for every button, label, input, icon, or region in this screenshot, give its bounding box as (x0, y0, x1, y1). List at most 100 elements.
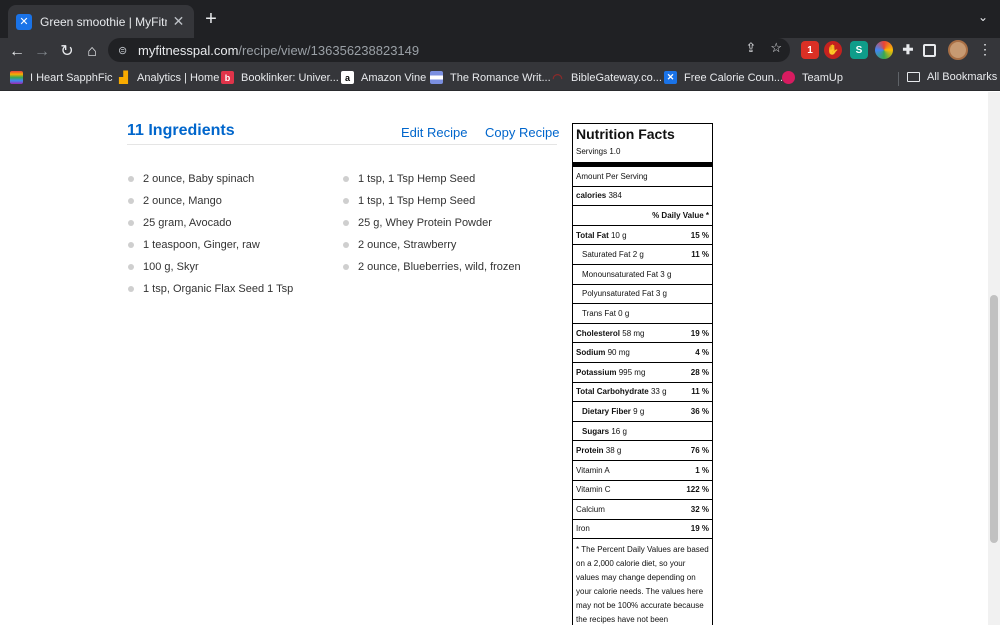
nutrient-name: Cholesterol (576, 328, 621, 338)
daily-value-header: % Daily Value * (573, 206, 712, 226)
extension-colorwheel-icon[interactable] (875, 41, 893, 59)
all-bookmarks-button[interactable]: All Bookmarks (907, 71, 997, 83)
ingredient-item: 2 ounce, Baby spinach (127, 172, 293, 194)
nutrient-row: Trans Fat 0 g (573, 304, 712, 324)
site-info-icon[interactable]: ⊜ (118, 44, 134, 57)
copy-recipe-link[interactable]: Copy Recipe (485, 125, 559, 140)
ingredients-list-right: 1 tsp, 1 Tsp Hemp Seed 1 tsp, 1 Tsp Hemp… (342, 172, 521, 282)
reload-icon[interactable]: ↻ (56, 41, 78, 63)
bookmark-label: Amazon Vine (361, 71, 427, 84)
forward-arrow-icon[interactable]: → (31, 41, 53, 63)
close-tab-icon[interactable]: ✕ (171, 13, 186, 30)
scrollbar-thumb[interactable] (990, 295, 998, 543)
bookmarks-bar: I Heart SapphFic ▟ Analytics | Home b Bo… (0, 66, 1000, 91)
browser-tab[interactable]: ✕ Green smoothie | MyFitnessPal ✕ (8, 5, 194, 38)
nutrient-row: Iron 19 % (573, 520, 712, 540)
bookmark-item[interactable]: ▟ Analytics | Home (117, 71, 220, 85)
nutrient-daily-percent: 76 % (690, 446, 709, 456)
folder-icon (907, 72, 920, 82)
bookmark-item[interactable]: ◠ BibleGateway.co... (551, 70, 662, 85)
nutrient-name: Sugars (582, 426, 610, 436)
bookmark-item[interactable]: a Amazon Vine (341, 71, 426, 84)
nutrient-amount: 0 g (618, 308, 630, 318)
nutrient-name: Calcium (576, 504, 605, 514)
extension-s-icon[interactable]: S (850, 41, 868, 59)
bookmark-label: Free Calorie Coun... (684, 71, 784, 84)
nutrient-label-group: Potassium 995 mg (576, 368, 691, 377)
side-panel-icon[interactable] (923, 44, 936, 57)
more-menu-icon[interactable]: ⋮ (978, 41, 992, 58)
nutrient-row: Saturated Fat 2 g 11 % (573, 245, 712, 265)
nutrient-name: Protein (576, 446, 604, 456)
nutrient-daily-percent: 4 % (695, 348, 709, 358)
bookmark-label: Booklinker: Univer... (241, 71, 339, 84)
biblegateway-icon: ◠ (552, 70, 563, 85)
url-path: /recipe/view/136356238823149 (238, 42, 420, 58)
browser-toolbar: ← → ↻ ⌂ ⊜ myfitnesspal.com/recipe/view/1… (0, 38, 1000, 66)
nutrient-daily-percent: 1 % (695, 465, 709, 475)
calories-value: 384 (608, 191, 622, 201)
amount-per-serving-label: Amount Per Serving (576, 171, 648, 181)
address-bar[interactable]: ⊜ myfitnesspal.com/recipe/view/136356238… (108, 38, 790, 62)
nutrient-name: Potassium (576, 367, 617, 377)
nutrient-label-group: Sodium 90 mg (576, 348, 695, 357)
nutrient-row: Polyunsaturated Fat 3 g (573, 285, 712, 305)
page-content: 11 Ingredients Edit Recipe Copy Recipe 2… (0, 92, 988, 625)
nutrient-amount: 90 mg (607, 348, 630, 358)
page-scrollbar[interactable] (988, 92, 1000, 625)
bookmark-label: BibleGateway.co... (571, 71, 662, 84)
tab-search-chevron-icon[interactable]: ⌄ (978, 10, 988, 24)
nutrient-label-group: Protein 38 g (576, 446, 691, 455)
new-tab-icon[interactable]: + (200, 8, 222, 30)
nutrient-label-group: Monounsaturated Fat 3 g (582, 270, 709, 279)
bookmark-label: The Romance Writ... (450, 71, 551, 84)
nutrient-amount: 995 mg (618, 367, 646, 377)
nutrient-row: Total Fat 10 g 15 % (573, 226, 712, 246)
profile-avatar[interactable] (948, 40, 968, 60)
bookmark-item[interactable]: I Heart SapphFic (10, 71, 113, 84)
share-icon[interactable]: ⇪ (745, 40, 756, 56)
nutrient-amount: 33 g (650, 387, 667, 397)
nutrient-label-group: Total Fat 10 g (576, 231, 691, 240)
edit-recipe-link[interactable]: Edit Recipe (401, 125, 467, 140)
bookmark-label: I Heart SapphFic (30, 71, 113, 84)
extensions-puzzle-icon[interactable]: ✚ (899, 41, 917, 59)
ingredient-item: 2 ounce, Mango (127, 194, 293, 216)
ingredient-item: 25 gram, Avocado (127, 216, 293, 238)
nutrient-name: Vitamin C (576, 485, 611, 495)
bookmark-item[interactable]: TeamUp (782, 71, 843, 84)
ingredient-item: 1 tsp, Organic Flax Seed 1 Tsp (127, 282, 293, 304)
bookmark-star-icon[interactable]: ☆ (770, 40, 782, 56)
bookmark-label: Analytics | Home (137, 71, 220, 84)
nutrient-amount: 9 g (633, 406, 645, 416)
extension-hand-icon[interactable]: ✋ (824, 41, 842, 59)
ingredient-item: 2 ounce, Blueberries, wild, frozen (342, 260, 521, 282)
ingredients-divider (127, 144, 557, 145)
nutrient-label-group: Vitamin C (576, 485, 686, 494)
ingredient-item: 1 tsp, 1 Tsp Hemp Seed (342, 194, 521, 216)
bookmark-item[interactable]: The Romance Writ... (430, 71, 551, 84)
tab-strip: ✕ Green smoothie | MyFitnessPal ✕ + ⌄ (0, 0, 1000, 38)
back-arrow-icon[interactable]: ← (6, 41, 28, 63)
teamup-icon (782, 71, 795, 84)
nutrient-rows: Total Fat 10 g 15 % Saturated Fat 2 g 11 % M… (573, 226, 712, 540)
bookmark-item[interactable]: ✕ Free Calorie Coun... (664, 71, 783, 84)
extension-red-icon[interactable]: 1 (801, 41, 819, 59)
nutrient-daily-percent: 11 % (691, 387, 709, 397)
nutrient-daily-percent: 28 % (690, 367, 709, 377)
nutrient-name: Dietary Fiber (582, 406, 631, 416)
nutrient-name: Vitamin A (576, 465, 610, 475)
nutrient-label-group: Dietary Fiber 9 g (582, 407, 691, 416)
nutrient-daily-percent: 15 % (690, 230, 709, 240)
home-icon[interactable]: ⌂ (81, 41, 103, 63)
nutrient-row: Total Carbohydrate 33 g 11 % (573, 383, 712, 403)
ingredient-item: 1 tsp, 1 Tsp Hemp Seed (342, 172, 521, 194)
daily-value-header-label: % Daily Value * (652, 210, 709, 220)
nutrient-name: Sodium (576, 348, 606, 358)
nutrient-label-group: Iron (576, 524, 691, 533)
calories-row: calories 384 (573, 187, 712, 207)
myfitnesspal-icon: ✕ (664, 71, 677, 84)
bookmark-item[interactable]: b Booklinker: Univer... (221, 71, 339, 84)
nutrient-label-group: Sugars 16 g (582, 427, 709, 436)
romance-writers-icon (430, 71, 443, 84)
